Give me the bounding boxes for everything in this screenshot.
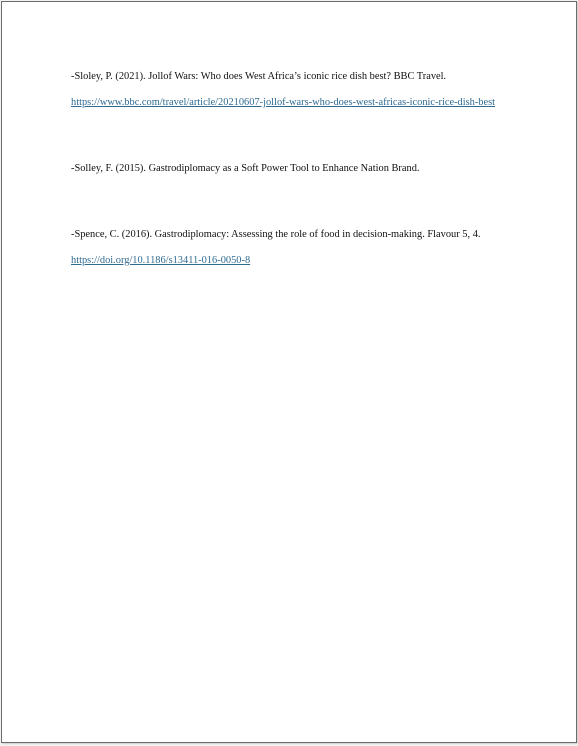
reference-entry-spence: -Spence, C. (2016). Gastrodiplomacy: Ass… [71,222,511,274]
reference-link[interactable]: https://doi.org/10.1186/s13411-016-0050-… [71,255,250,266]
reference-list: -Sloley, P. (2021). Jollof Wars: Who doe… [71,64,511,274]
reference-link[interactable]: https://www.bbc.com/travel/article/20210… [71,97,495,108]
reference-text: -Sloley, P. (2021). Jollof Wars: Who doe… [71,71,447,82]
document-page: -Sloley, P. (2021). Jollof Wars: Who doe… [1,1,577,743]
reference-text: -Solley, F. (2015). Gastrodiplomacy as a… [71,163,420,174]
reference-entry-solley: -Solley, F. (2015). Gastrodiplomacy as a… [71,156,511,182]
reference-entry-sloley: -Sloley, P. (2021). Jollof Wars: Who doe… [71,64,511,116]
reference-text: -Spence, C. (2016). Gastrodiplomacy: Ass… [71,229,481,240]
